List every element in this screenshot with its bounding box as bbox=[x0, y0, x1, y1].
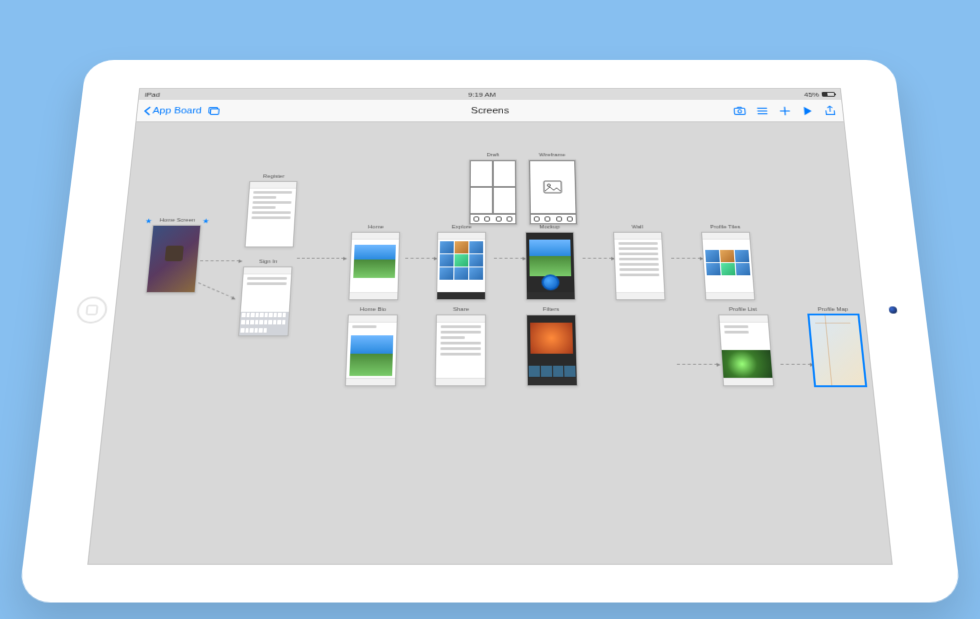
screen-card-signin[interactable]: Sign In bbox=[238, 259, 293, 336]
play-button[interactable] bbox=[800, 105, 814, 116]
screen-label: Home bbox=[351, 224, 400, 229]
status-time: 9:19 AM bbox=[468, 90, 496, 97]
status-battery-percent: 45% bbox=[804, 90, 820, 97]
nav-bar: App Board Screens bbox=[136, 99, 843, 121]
screen-card-profile-map[interactable]: Profile Map bbox=[808, 307, 866, 386]
ipad-device: iPad 9:19 AM 45% App Board Scr bbox=[18, 59, 962, 601]
screen-card-home-feed[interactable]: Home bbox=[348, 224, 400, 299]
page-title: Screens bbox=[471, 105, 509, 115]
screen-label: Home Screen bbox=[153, 218, 202, 223]
battery-icon bbox=[822, 91, 836, 96]
screen-label: Filters bbox=[526, 307, 576, 312]
screen: iPad 9:19 AM 45% App Board Scr bbox=[87, 88, 892, 565]
screen-card-draft[interactable]: Draft bbox=[469, 153, 518, 225]
screen-card-profile-tiles[interactable]: Profile Tiles bbox=[701, 224, 756, 299]
screen-label: Share bbox=[436, 307, 486, 312]
flow-arrow bbox=[677, 363, 718, 364]
screen-card-share[interactable]: Share bbox=[435, 307, 486, 386]
screen-card-mockup[interactable]: Mockup bbox=[525, 224, 576, 299]
flow-arrow bbox=[780, 363, 811, 364]
screen-card-filters[interactable]: Filters bbox=[526, 307, 578, 386]
status-bar: iPad 9:19 AM 45% bbox=[139, 88, 841, 99]
status-device: iPad bbox=[145, 90, 161, 97]
camera-icon[interactable] bbox=[733, 105, 747, 116]
add-button[interactable] bbox=[778, 105, 792, 116]
screen-label: Register bbox=[249, 174, 297, 179]
cards-icon[interactable] bbox=[207, 105, 221, 116]
flow-arrow bbox=[405, 257, 435, 258]
back-label: App Board bbox=[152, 105, 202, 115]
flow-arrow bbox=[198, 282, 233, 298]
screen-label: Profile Map bbox=[808, 307, 859, 312]
screen-card-wireframe[interactable]: Wireframe bbox=[528, 153, 578, 225]
screen-card-wall[interactable]: Wall bbox=[613, 224, 666, 299]
star-icon: ★ bbox=[202, 217, 210, 225]
screen-label: Mockup bbox=[525, 224, 574, 229]
screen-label: Draft bbox=[469, 153, 517, 158]
screen-label: Explore bbox=[437, 224, 486, 229]
screen-card-explore[interactable]: Explore bbox=[436, 224, 486, 299]
front-camera bbox=[889, 306, 898, 313]
screen-card-profile-list[interactable]: Profile List bbox=[718, 307, 774, 386]
flow-arrow bbox=[200, 260, 239, 261]
screen-label: Profile Tiles bbox=[701, 224, 750, 229]
screen-card-home[interactable]: ★ ★ Home Screen bbox=[146, 218, 202, 293]
screen-label: Home Bio bbox=[348, 307, 398, 312]
star-icon: ★ bbox=[145, 217, 153, 225]
screen-label: Sign In bbox=[243, 259, 293, 264]
screen-label: Wall bbox=[613, 224, 662, 229]
screen-card-register[interactable]: Register bbox=[245, 174, 298, 247]
screen-card-home-bio[interactable]: Home Bio bbox=[345, 307, 398, 386]
screen-label: Wireframe bbox=[528, 153, 576, 158]
flow-canvas[interactable]: ★ ★ Home Screen Register Sign In bbox=[88, 122, 891, 564]
home-button[interactable] bbox=[75, 296, 108, 323]
flow-arrow bbox=[671, 257, 701, 258]
flow-arrow bbox=[494, 257, 524, 258]
back-button[interactable]: App Board bbox=[143, 105, 202, 115]
flow-arrow bbox=[583, 257, 613, 258]
list-icon[interactable] bbox=[755, 105, 769, 116]
screen-label: Profile List bbox=[718, 307, 768, 312]
flow-arrow bbox=[297, 257, 344, 258]
share-icon[interactable] bbox=[823, 105, 837, 116]
